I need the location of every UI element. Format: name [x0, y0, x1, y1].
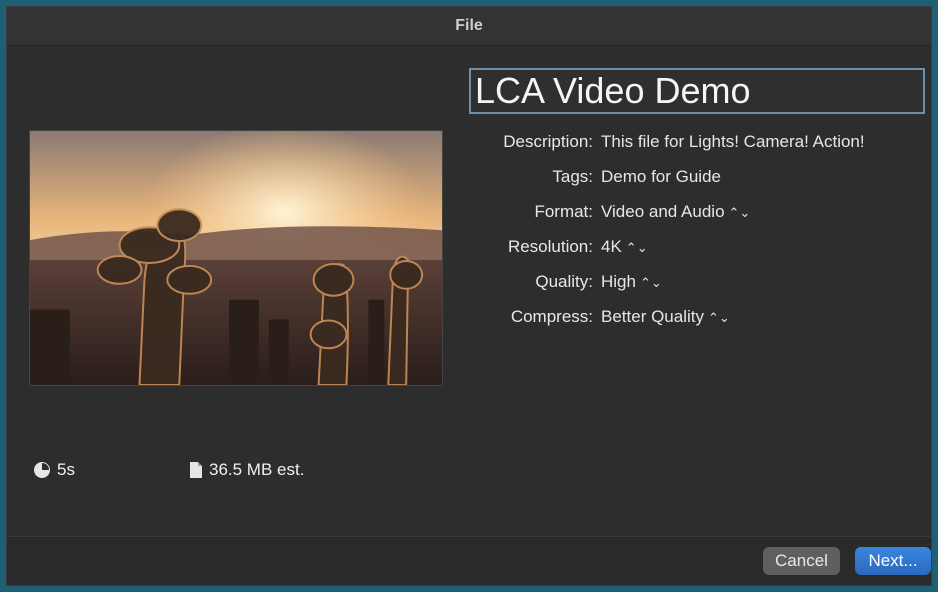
quality-label: Quality: [535, 271, 593, 291]
properties-panel: Description: This file for Lights! Camer… [477, 124, 917, 334]
dialog-footer: Cancel Next... [7, 536, 931, 585]
cancel-button[interactable]: Cancel [763, 547, 840, 575]
duration-value: 5s [57, 460, 75, 479]
duration-stat: 5s [33, 460, 75, 480]
document-icon [190, 462, 202, 478]
window-title: File [455, 17, 483, 34]
resolution-label: Resolution: [507, 236, 593, 256]
next-button[interactable]: Next... [855, 547, 931, 575]
resolution-popup[interactable]: 4K ⌃⌄ [601, 237, 648, 257]
size-stat: 36.5 MB est. [189, 460, 304, 480]
updown-chevron-icon: ⌃⌄ [639, 274, 662, 290]
format-popup[interactable]: Video and Audio ⌃⌄ [601, 202, 750, 222]
format-row[interactable]: Format: Video and Audio ⌃⌄ [477, 194, 917, 229]
format-value: Video and Audio [601, 201, 725, 221]
tags-row[interactable]: Tags: Demo for Guide [477, 159, 917, 194]
project-name-field[interactable]: LCA Video Demo [469, 68, 925, 114]
video-preview-thumbnail [29, 130, 443, 386]
resolution-value: 4K [601, 236, 622, 256]
tags-label: Tags: [552, 166, 593, 186]
resolution-row[interactable]: Resolution: 4K ⌃⌄ [477, 229, 917, 264]
description-label: Description: [503, 131, 593, 151]
quality-row[interactable]: Quality: High ⌃⌄ [477, 264, 917, 299]
compress-label: Compress: [510, 306, 593, 326]
compress-row[interactable]: Compress: Better Quality ⌃⌄ [477, 299, 917, 334]
quality-popup[interactable]: High ⌃⌄ [601, 272, 662, 292]
project-name-value: LCA Video Demo [475, 70, 751, 111]
quality-value: High [601, 271, 636, 291]
updown-chevron-icon: ⌃⌄ [625, 239, 648, 255]
compress-value: Better Quality [601, 306, 704, 326]
share-dialog-window: File LCA Video Demo Description: This fi… [6, 6, 932, 586]
format-label: Format: [534, 201, 593, 221]
updown-chevron-icon: ⌃⌄ [708, 309, 730, 325]
updown-chevron-icon: ⌃⌄ [728, 204, 751, 220]
compress-popup[interactable]: Better Quality ⌃⌄ [601, 307, 730, 327]
size-value: 36.5 MB est. [209, 460, 305, 479]
tags-value[interactable]: Demo for Guide [601, 167, 721, 187]
dialog-content: LCA Video Demo Description: This file fo… [7, 46, 931, 537]
description-row[interactable]: Description: This file for Lights! Camer… [477, 124, 917, 159]
clock-icon [34, 462, 50, 478]
description-value[interactable]: This file for Lights! Camera! Action! [601, 132, 865, 152]
dialog-titlebar: File [7, 7, 931, 46]
preview-image [30, 131, 442, 385]
